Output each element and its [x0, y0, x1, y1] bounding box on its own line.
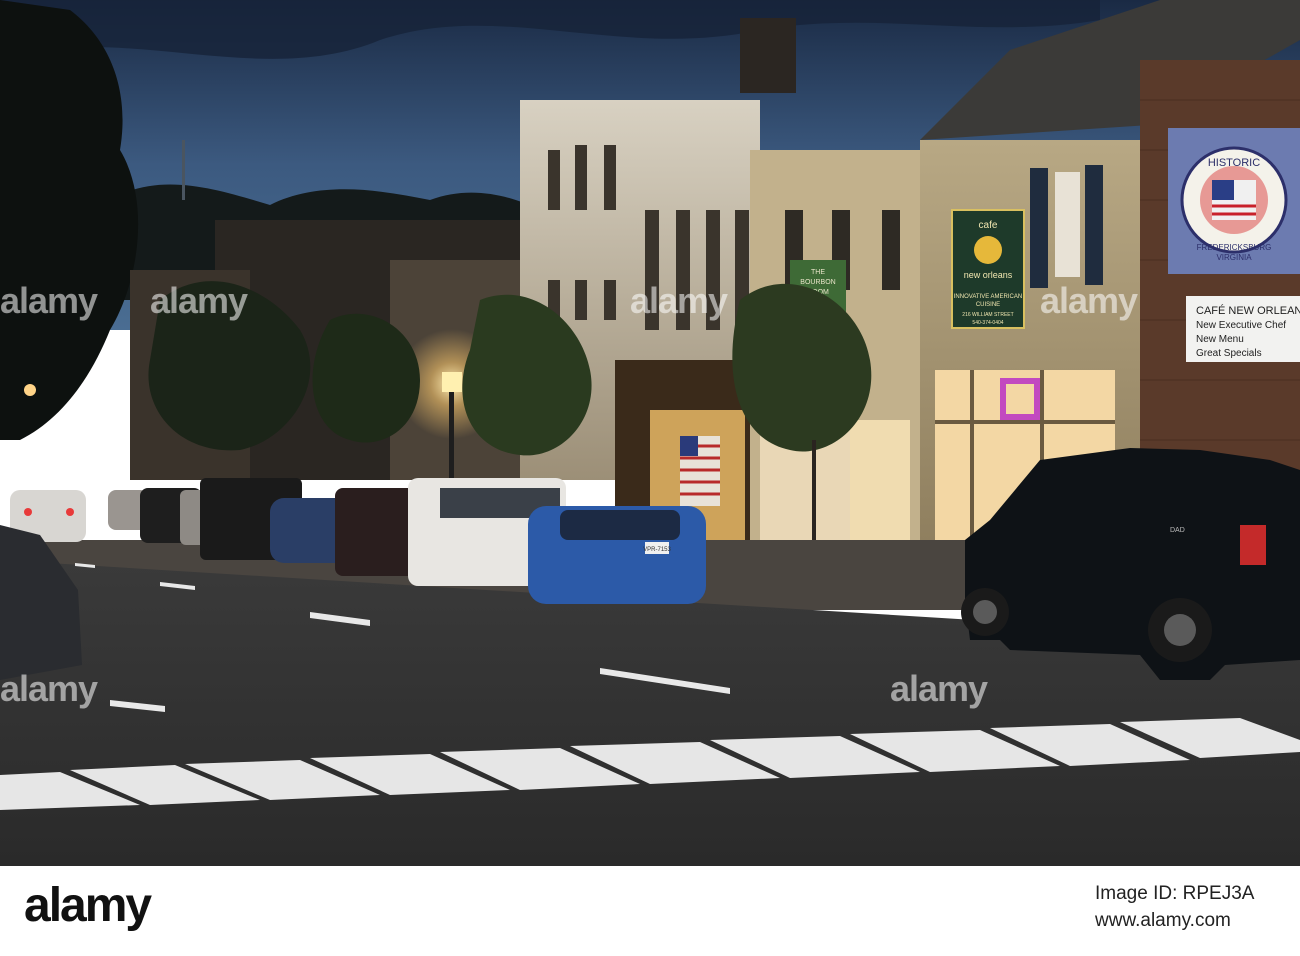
- license-plate: VPR-7153: [643, 547, 671, 553]
- image-id: Image ID: RPEJ3A: [1095, 883, 1255, 904]
- street-photo: HISTORIC FREDERICKSBURG VIRGINIA CAFÉ NE…: [0, 0, 1300, 866]
- banner-line1: New Executive Chef: [1196, 320, 1286, 331]
- seal-text-top: HISTORIC: [1208, 157, 1260, 169]
- alamy-logo: alamy: [24, 879, 152, 932]
- watermark: alamy: [890, 668, 988, 709]
- truck-badge: DAD: [1170, 527, 1185, 534]
- watermark: alamy: [1040, 280, 1138, 321]
- stock-url: www.alamy.com: [1095, 910, 1231, 931]
- watermark: alamy: [630, 280, 728, 321]
- bourbon-sign-1: THE: [811, 269, 825, 276]
- cafe-sign-top: cafe: [979, 220, 998, 231]
- radio-tower: [182, 140, 185, 200]
- banner-line3: Great Specials: [1196, 348, 1262, 359]
- watermark: alamy: [150, 280, 248, 321]
- banner-line2: New Menu: [1196, 334, 1244, 345]
- seal-text-right: VIRGINIA: [1216, 253, 1252, 262]
- watermark: alamy: [0, 668, 98, 709]
- seal-text-left: FREDERICKSBURG: [1197, 243, 1272, 252]
- street-lamp-post: [449, 384, 454, 484]
- cafe-sign-phone: 540-374-0404: [972, 320, 1003, 326]
- cafe-sign-name: new orleans: [964, 270, 1013, 280]
- watermark: alamy: [0, 280, 98, 321]
